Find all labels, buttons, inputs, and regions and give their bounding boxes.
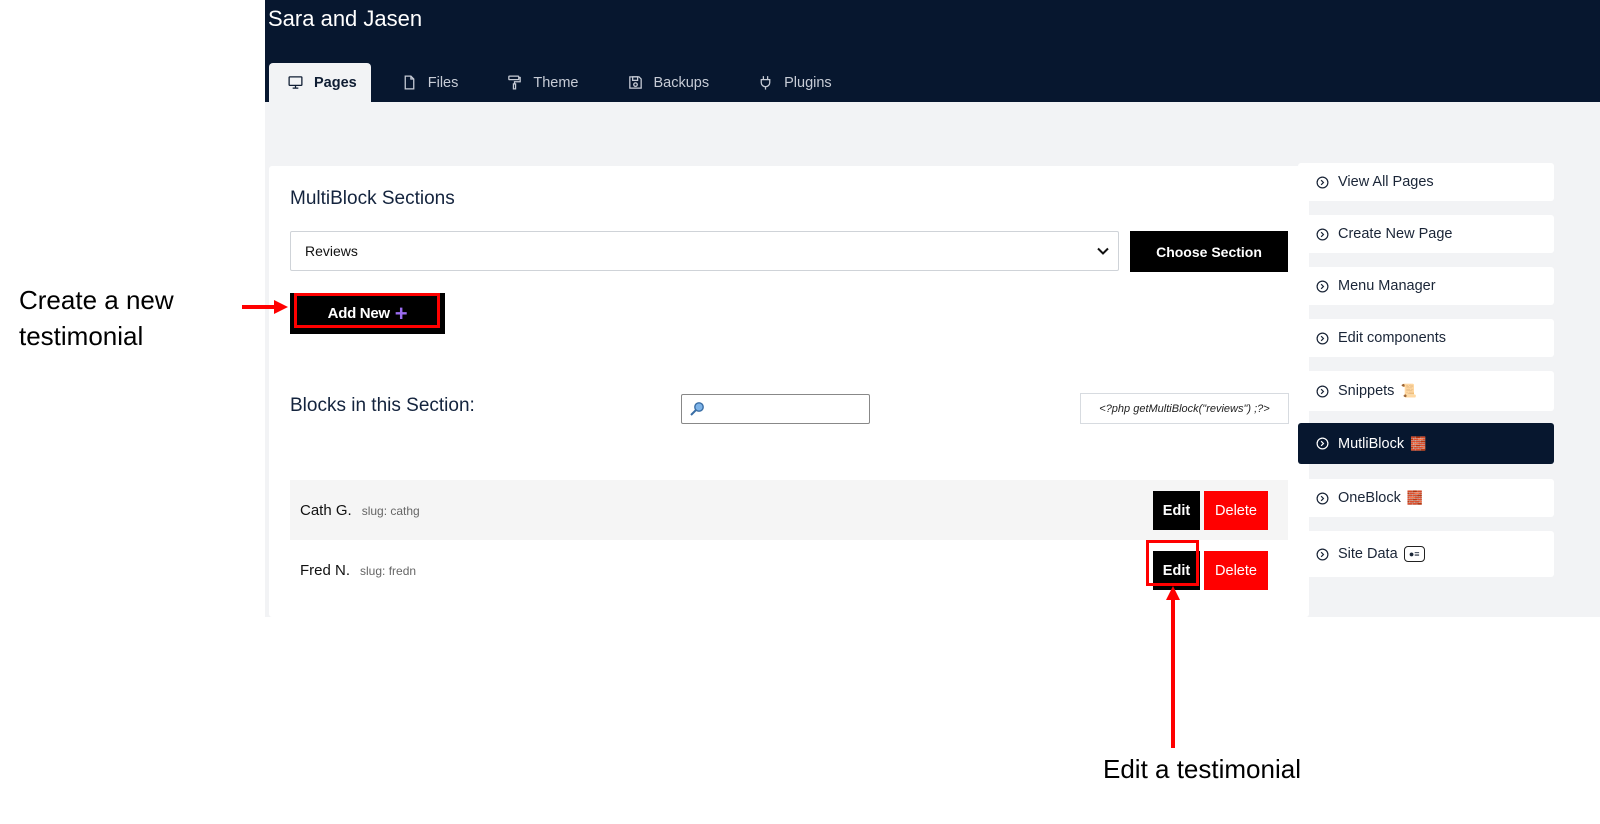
circle-arrow-icon [1316,548,1329,560]
tab-theme-label: Theme [533,74,579,91]
tab-pages-label: Pages [314,74,357,91]
paint-roller-icon [508,75,522,90]
block-search-input[interactable] [710,398,864,422]
sidebar-item-view-all-pages[interactable]: View All Pages [1298,163,1554,201]
sidebar-item-oneblock[interactable]: OneBlock 🧱 [1298,479,1554,517]
sidebar-item-site-data[interactable]: Site Data ●≡ [1298,531,1554,577]
sidebar-item-create-new-page[interactable]: Create New Page [1298,215,1554,253]
tab-plugins[interactable]: Plugins [739,63,846,102]
block-slug: slug: fredn [360,564,417,578]
brick-icon: 🧱 [1406,490,1424,505]
plug-icon [760,76,771,90]
cms-app: Sara and Jasen Pages Files Theme Backups… [265,0,1600,617]
circle-arrow-icon [1316,332,1329,344]
top-header: Sara and Jasen Pages Files Theme Backups… [265,0,1600,102]
circle-arrow-icon [1316,176,1329,188]
sidebar-item-label: Edit components [1338,330,1447,346]
tab-pages[interactable]: Pages [269,63,371,102]
tab-backups-label: Backups [653,74,710,91]
annotation-create: Create a new testimonial [19,285,174,351]
edit-button[interactable]: Edit [1153,491,1200,530]
circle-arrow-icon [1316,385,1329,397]
table-row: Cath G. slug: cathg Edit Delete [290,480,1288,540]
arrow-up-annotation [1166,586,1180,748]
add-new-highlight-box [294,293,440,328]
sidebar-item-label: Snippets [1338,383,1395,399]
arrow-right-annotation [242,300,288,314]
block-name: Cath G. slug: cathg [300,502,420,519]
site-title: Sara and Jasen [268,6,423,31]
block-slug: slug: cathg [361,504,420,518]
circle-arrow-icon [1316,492,1329,504]
monitor-icon [288,76,303,89]
file-icon [404,75,415,90]
annotation-edit: Edit a testimonial [1103,754,1301,784]
delete-button[interactable]: Delete [1204,551,1268,590]
sidebar-item-label: MutliBlock [1338,435,1405,452]
magnifier-icon [690,402,704,416]
block-name-text: Fred N. [300,562,351,579]
tab-files-label: Files [427,74,459,91]
circle-arrow-icon [1316,437,1329,450]
sidebar-item-multiblock[interactable]: MutliBlock 🧱 [1298,423,1554,464]
main-tabs: Pages Files Theme Backups Plugins [269,63,862,102]
chevron-down-icon [1097,247,1109,255]
edit-highlight-box [1146,540,1199,586]
circle-arrow-icon [1316,280,1329,292]
section-select[interactable]: Reviews [290,231,1119,271]
sidebar-item-label: Site Data [1338,546,1398,562]
block-name: Fred N. slug: fredn [300,562,416,579]
sidebar-item-edit-components[interactable]: Edit components [1298,319,1554,357]
sidebar-item-label: OneBlock [1338,490,1401,506]
blocks-heading: Blocks in this Section: [290,395,475,416]
sidebar-item-label: Menu Manager [1338,278,1436,294]
php-code-snippet: <?php getMultiBlock("reviews") ;?> [1080,393,1289,424]
tab-theme[interactable]: Theme [488,63,592,102]
sidebar-item-label: Create New Page [1338,226,1453,242]
delete-button[interactable]: Delete [1204,491,1268,530]
sidebar-item-menu-manager[interactable]: Menu Manager [1298,267,1554,305]
id-card-icon: ●≡ [1403,546,1425,562]
table-row: Fred N. slug: fredn Edit Delete [290,540,1288,600]
sidebar-item-snippets[interactable]: Snippets 📜 [1298,371,1554,411]
block-search-field[interactable] [681,394,870,424]
tab-backups[interactable]: Backups [609,63,724,102]
choose-section-button[interactable]: Choose Section [1130,231,1288,272]
circle-arrow-icon [1316,228,1329,240]
floppy-disk-icon [628,76,642,89]
page-title: MultiBlock Sections [290,188,455,209]
tab-files[interactable]: Files [383,63,473,102]
section-select-value: Reviews [305,243,358,259]
block-name-text: Cath G. [300,502,352,519]
sidebar-item-label: View All Pages [1338,174,1434,190]
tab-plugins-label: Plugins [784,74,832,91]
scroll-icon: 📜 [1400,383,1417,398]
brick-icon: 🧱 [1410,435,1427,451]
